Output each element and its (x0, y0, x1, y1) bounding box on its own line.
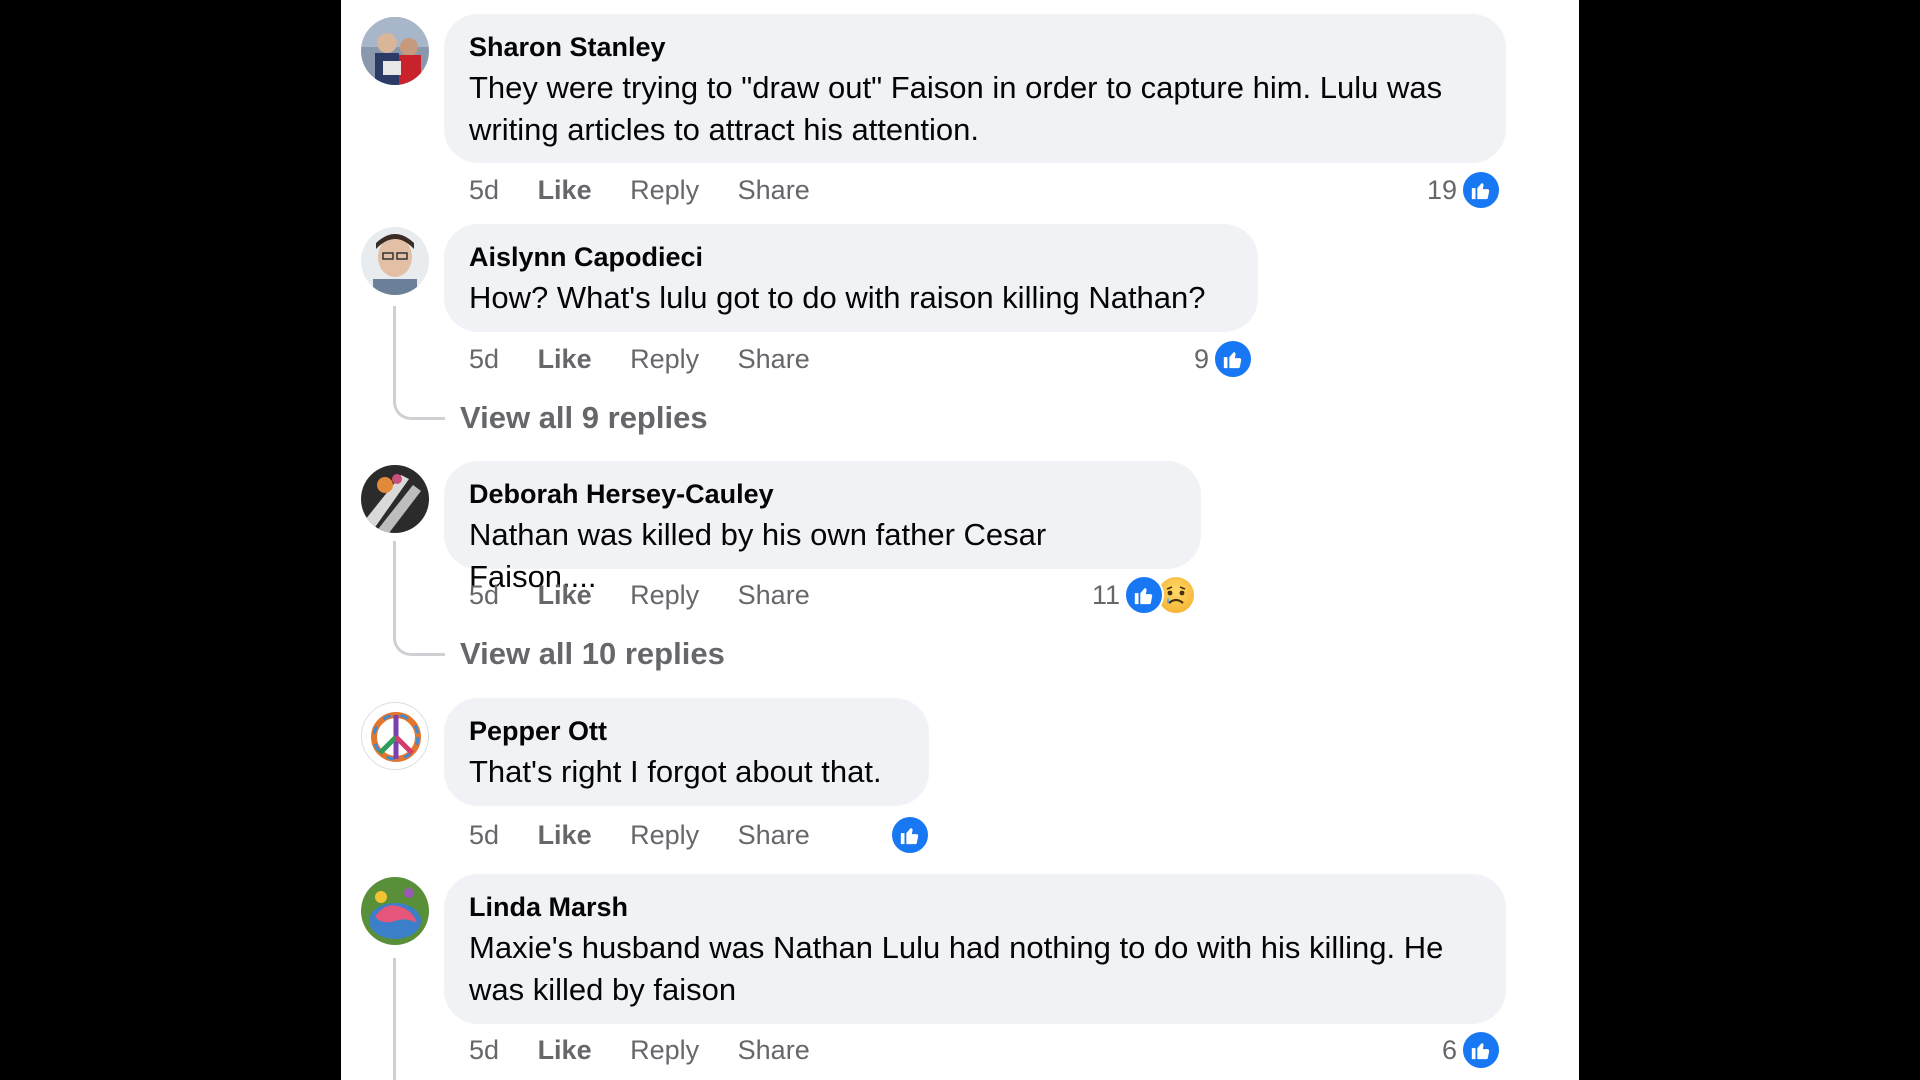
comment-text: How? What's lulu got to do with raison k… (469, 280, 1206, 315)
comment-bubble: Linda Marsh Maxie's husband was Nathan L… (444, 874, 1506, 1024)
thread-line (393, 541, 396, 632)
avatar[interactable] (361, 227, 429, 295)
like-icon (1461, 1030, 1501, 1070)
comment-actions: 5d Like Reply Share (469, 339, 841, 379)
share-button[interactable]: Share (738, 170, 810, 210)
share-button[interactable]: Share (738, 575, 810, 615)
view-replies-link[interactable]: View all 10 replies (460, 634, 725, 674)
view-replies-link[interactable]: View all 9 replies (460, 398, 708, 438)
like-button[interactable]: Like (538, 339, 592, 379)
comment-author[interactable]: Aislynn Capodieci (469, 241, 1233, 273)
reaction-summary[interactable]: 6 (1442, 1030, 1501, 1070)
reply-button[interactable]: Reply (630, 815, 699, 855)
avatar[interactable] (361, 465, 429, 533)
comment-timestamp[interactable]: 5d (469, 1030, 499, 1070)
comment-bubble: Deborah Hersey-Cauley Nathan was killed … (444, 461, 1201, 594)
comment-timestamp[interactable]: 5d (469, 170, 499, 210)
comment-timestamp[interactable]: 5d (469, 815, 499, 855)
reply-button[interactable]: Reply (630, 170, 699, 210)
reaction-summary[interactable]: 19 (1427, 170, 1501, 210)
reply-button[interactable]: Reply (630, 339, 699, 379)
like-button[interactable]: Like (538, 575, 592, 615)
comment-bubble: Pepper Ott That's right I forgot about t… (444, 698, 929, 806)
reaction-count: 6 (1441, 1034, 1457, 1065)
comment-text: That's right I forgot about that. (469, 754, 882, 789)
comment-timestamp[interactable]: 5d (469, 339, 499, 379)
reaction-summary[interactable]: 9 (1194, 339, 1254, 379)
reply-button[interactable]: Reply (630, 575, 699, 615)
avatar[interactable] (361, 877, 429, 945)
thread-line (393, 958, 396, 1080)
comment-actions: 5d Like Reply Share (469, 170, 841, 210)
like-icon (1213, 339, 1254, 379)
comment-bubble: Aislynn Capodieci How? What's lulu got t… (444, 224, 1258, 332)
comment-bubble: Sharon Stanley They were trying to "draw… (444, 14, 1506, 163)
reaction-summary[interactable] (886, 815, 930, 855)
reaction-count: 11 (1092, 579, 1121, 610)
avatar[interactable] (361, 702, 429, 770)
comment-actions: 5d Like Reply Share (469, 1030, 841, 1070)
like-button[interactable]: Like (538, 170, 592, 210)
comments-panel: Sharon Stanley They were trying to "draw… (341, 0, 1579, 1080)
like-icon (1461, 170, 1501, 210)
comment-text: They were trying to "draw out" Faison in… (469, 70, 1443, 147)
comment-text: Maxie's husband was Nathan Lulu had noth… (469, 930, 1444, 1007)
comment-author[interactable]: Pepper Ott (469, 715, 904, 747)
reply-button[interactable]: Reply (630, 1030, 699, 1070)
reaction-summary[interactable]: 11 (1092, 575, 1197, 615)
share-button[interactable]: Share (738, 815, 810, 855)
comment-actions: 5d Like Reply Share (469, 815, 841, 855)
like-icon (1124, 575, 1165, 615)
comment-timestamp[interactable]: 5d (469, 575, 499, 615)
like-icon (890, 815, 930, 855)
comment-author[interactable]: Sharon Stanley (469, 31, 1481, 63)
thread-connector (393, 632, 445, 656)
comment-author[interactable]: Linda Marsh (469, 891, 1481, 923)
comment-author[interactable]: Deborah Hersey-Cauley (469, 478, 1176, 510)
share-button[interactable]: Share (738, 339, 810, 379)
reaction-count: 19 (1426, 174, 1457, 205)
comment-actions: 5d Like Reply Share (469, 575, 841, 615)
thread-line (393, 306, 396, 396)
like-button[interactable]: Like (538, 815, 592, 855)
like-button[interactable]: Like (538, 1030, 592, 1070)
reaction-count: 9 (1194, 343, 1210, 374)
thread-connector (393, 396, 445, 420)
share-button[interactable]: Share (738, 1030, 810, 1070)
avatar[interactable] (361, 17, 429, 85)
